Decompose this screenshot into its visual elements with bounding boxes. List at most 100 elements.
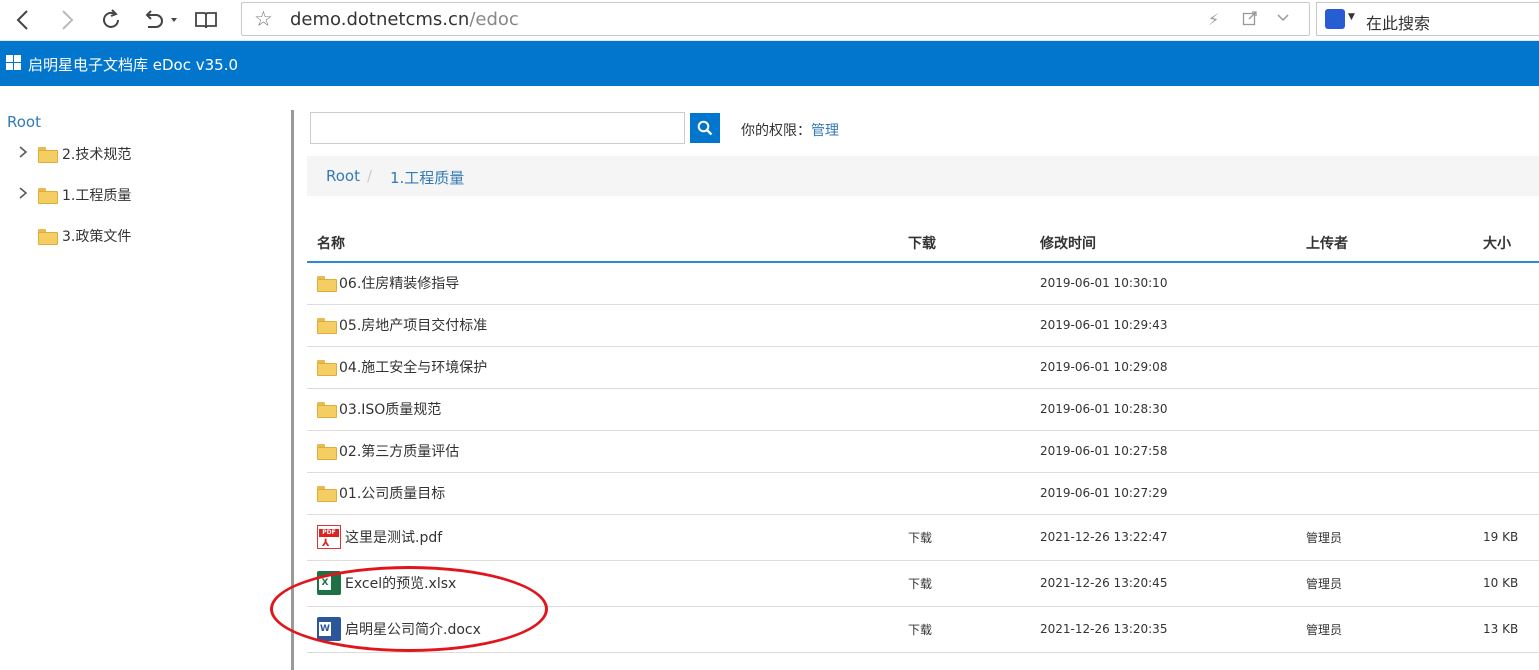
address-bar[interactable]: ☆ demo.dotnetcms.cn/edoc ⚡ xyxy=(241,2,1310,36)
folder-icon xyxy=(38,229,58,245)
tree-item-label: 2.技术规范 xyxy=(62,147,132,163)
search-button[interactable] xyxy=(690,113,720,143)
file-name[interactable]: Excel的预览.xlsx xyxy=(345,573,456,593)
modified-time: 2019-06-01 10:27:29 xyxy=(1030,472,1296,515)
tree-item-quality[interactable]: 1.工程质量 xyxy=(0,183,131,207)
word-file-icon: W xyxy=(317,617,341,641)
modified-time: 2019-06-01 10:30:10 xyxy=(1030,262,1296,305)
uploader xyxy=(1296,262,1473,305)
permission-value: 管理 xyxy=(811,123,839,139)
download-link[interactable]: 下载 xyxy=(908,577,932,591)
search-engine-icon[interactable]: 🐾 xyxy=(1325,9,1345,29)
file-size xyxy=(1473,430,1539,473)
file-name[interactable]: 01.公司质量目标 xyxy=(339,483,445,503)
table-row[interactable]: 05.房地产项目交付标准 2019-06-01 10:29:43 xyxy=(307,304,1539,347)
tree-root[interactable]: Root xyxy=(7,113,41,131)
breadcrumb-root[interactable]: Root xyxy=(326,167,360,185)
browser-search-box[interactable]: 🐾 ▼ 在此搜索 xyxy=(1316,2,1539,36)
folder-icon xyxy=(317,402,337,418)
file-name[interactable]: 这里是测试.pdf xyxy=(345,527,442,547)
folder-icon xyxy=(317,360,337,376)
panel-splitter[interactable] xyxy=(291,110,294,670)
file-name[interactable]: 02.第三方质量评估 xyxy=(339,441,459,461)
excel-badge: X xyxy=(319,576,331,590)
tree-item-label: 1.工程质量 xyxy=(62,188,132,204)
download-link xyxy=(898,262,1030,305)
table-row[interactable]: 01.公司质量目标 2019-06-01 10:27:29 xyxy=(307,472,1539,515)
uploader: 管理员 xyxy=(1296,560,1473,607)
uploader: 管理员 xyxy=(1296,606,1473,653)
table-row[interactable]: 06.住房精装修指导 2019-06-01 10:30:10 xyxy=(307,262,1539,305)
back-icon[interactable] xyxy=(8,6,36,34)
table-row[interactable]: PDF ⅄ 这里是测试.pdf 下载 2021-12-26 13:22:47 管理员… xyxy=(307,514,1539,561)
refresh-icon[interactable] xyxy=(97,6,125,34)
uploader xyxy=(1296,388,1473,431)
uploader xyxy=(1296,346,1473,389)
app-title[interactable]: 启明星电子文档库 eDoc v35.0 xyxy=(28,54,238,75)
breadcrumb-current[interactable]: 1.工程质量 xyxy=(390,167,464,188)
modified-time: 2019-06-01 10:29:43 xyxy=(1030,304,1296,347)
file-size xyxy=(1473,346,1539,389)
modified-time: 2019-06-01 10:27:58 xyxy=(1030,430,1296,473)
file-size xyxy=(1473,472,1539,515)
search-input[interactable] xyxy=(310,112,685,144)
download-link[interactable]: 下载 xyxy=(908,531,932,545)
file-size xyxy=(1473,304,1539,347)
modified-time: 2019-06-01 10:29:08 xyxy=(1030,346,1296,389)
folder-icon xyxy=(38,188,58,204)
folder-tree: Root 2.技术规范 1.工程质量 3.政策文件 xyxy=(0,86,290,670)
reading-mode-icon[interactable] xyxy=(192,6,220,34)
share-icon[interactable] xyxy=(1242,10,1258,30)
table-row[interactable]: 03.ISO质量规范 2019-06-01 10:28:30 xyxy=(307,388,1539,431)
tree-item-policy[interactable]: 3.政策文件 xyxy=(0,224,131,248)
caret-down-icon[interactable]: ▼ xyxy=(1348,12,1355,22)
file-name[interactable]: 04.施工安全与环境保护 xyxy=(339,357,487,377)
chevron-right-icon[interactable] xyxy=(18,145,32,163)
download-link[interactable]: 下载 xyxy=(908,623,932,637)
uploader: 管理员 xyxy=(1296,514,1473,561)
file-table: 名称 下载 修改时间 上传者 大小 06.住房精装修指导 2019-06-01 … xyxy=(307,224,1539,653)
permission-info: 你的权限：管理 xyxy=(741,120,839,140)
folder-icon xyxy=(317,318,337,334)
table-row[interactable]: X Excel的预览.xlsx 下载 2021-12-26 13:20:45 管理… xyxy=(307,560,1539,607)
file-name[interactable]: 05.房地产项目交付标准 xyxy=(339,315,487,335)
url-host: demo.dotnetcms.cn xyxy=(290,9,470,30)
col-name[interactable]: 名称 xyxy=(307,224,898,263)
url-text[interactable]: demo.dotnetcms.cn/edoc xyxy=(290,9,519,30)
table-row[interactable]: W 启明星公司简介.docx 下载 2021-12-26 13:20:35 管理员… xyxy=(307,606,1539,653)
bookmark-star-icon[interactable]: ☆ xyxy=(254,7,273,31)
table-row[interactable]: 02.第三方质量评估 2019-06-01 10:27:58 xyxy=(307,430,1539,473)
file-name[interactable]: 06.住房精装修指导 xyxy=(339,273,459,293)
lightning-icon[interactable]: ⚡ xyxy=(1208,10,1219,29)
col-modified[interactable]: 修改时间 xyxy=(1030,224,1296,263)
search-icon xyxy=(697,120,713,136)
download-link xyxy=(898,430,1030,473)
folder-icon xyxy=(317,276,337,293)
modified-time: 2021-12-26 13:22:47 xyxy=(1030,514,1296,561)
col-uploader: 上传者 xyxy=(1296,224,1473,263)
tree-item-tech-spec[interactable]: 2.技术规范 xyxy=(0,142,131,166)
word-badge: W xyxy=(319,622,331,636)
undo-close-tab-icon[interactable] xyxy=(140,6,180,34)
table-header: 名称 下载 修改时间 上传者 大小 xyxy=(307,224,1539,263)
chevron-down-icon[interactable] xyxy=(1276,10,1290,29)
table-row[interactable]: 04.施工安全与环境保护 2019-06-01 10:29:08 xyxy=(307,346,1539,389)
browser-toolbar: ☆ demo.dotnetcms.cn/edoc ⚡ 🐾 ▼ 在此搜索 xyxy=(0,0,1539,41)
url-path: /edoc xyxy=(469,9,519,30)
windows-grid-icon xyxy=(6,55,21,70)
chevron-right-icon[interactable] xyxy=(18,186,32,204)
main-panel: 你的权限：管理 Root / 1.工程质量 名称 下载 修改时间 上传者 大小 … xyxy=(305,86,1539,670)
pdf-file-icon: PDF ⅄ xyxy=(317,525,341,549)
file-size: 10 KB xyxy=(1473,560,1539,607)
excel-file-icon: X xyxy=(317,571,341,595)
folder-icon xyxy=(317,486,337,502)
file-name[interactable]: 启明星公司简介.docx xyxy=(345,619,481,639)
file-name[interactable]: 03.ISO质量规范 xyxy=(339,399,441,419)
breadcrumb: Root / 1.工程质量 xyxy=(307,156,1539,196)
forward-icon[interactable] xyxy=(54,6,82,34)
permission-label: 你的权限： xyxy=(741,123,811,139)
modified-time: 2021-12-26 13:20:35 xyxy=(1030,606,1296,653)
col-size[interactable]: 大小 xyxy=(1473,224,1539,263)
file-size xyxy=(1473,388,1539,431)
modified-time: 2021-12-26 13:20:45 xyxy=(1030,560,1296,607)
